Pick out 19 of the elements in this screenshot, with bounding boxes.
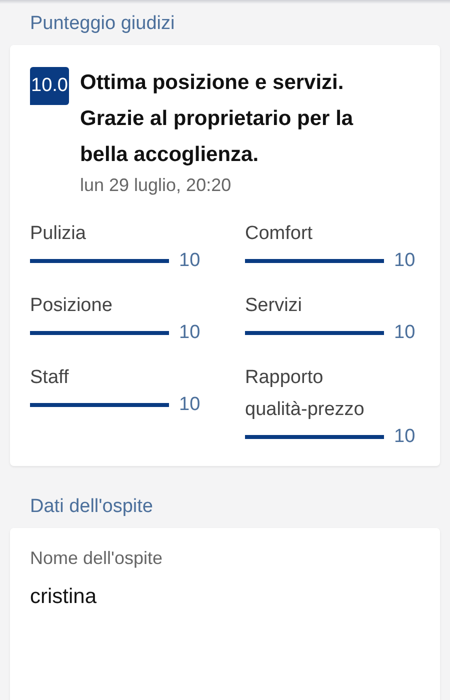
score-value: 10 <box>179 394 200 416</box>
section-title: Punteggio giudizi <box>29 12 176 36</box>
category-label: Servizi <box>245 294 304 318</box>
category-label: Comfort <box>245 222 314 246</box>
score-value: 10 <box>394 250 416 272</box>
review-headline: Ottima posizione e servizi. Grazie al proprietario per la bella accoglienza. <box>80 70 354 168</box>
score-badge: 10.0 <box>30 67 69 105</box>
category-label: Posizione <box>30 294 114 318</box>
score-value: 10 <box>179 322 200 344</box>
category-label: Pulizia <box>30 222 87 246</box>
category-label: Staff <box>30 366 70 390</box>
review-date: lun 29 luglio, 20:20 <box>80 175 232 196</box>
score-value: 10 <box>179 250 200 272</box>
category-label: Rapporto qualità-prezzo <box>245 366 366 422</box>
score-value: 10 <box>394 426 416 448</box>
field-label: Nome dell'ospite <box>30 548 164 569</box>
field-value: cristina <box>30 585 98 609</box>
score-value: 10 <box>394 322 416 344</box>
section-title: Dati dell'ospite <box>29 495 154 519</box>
